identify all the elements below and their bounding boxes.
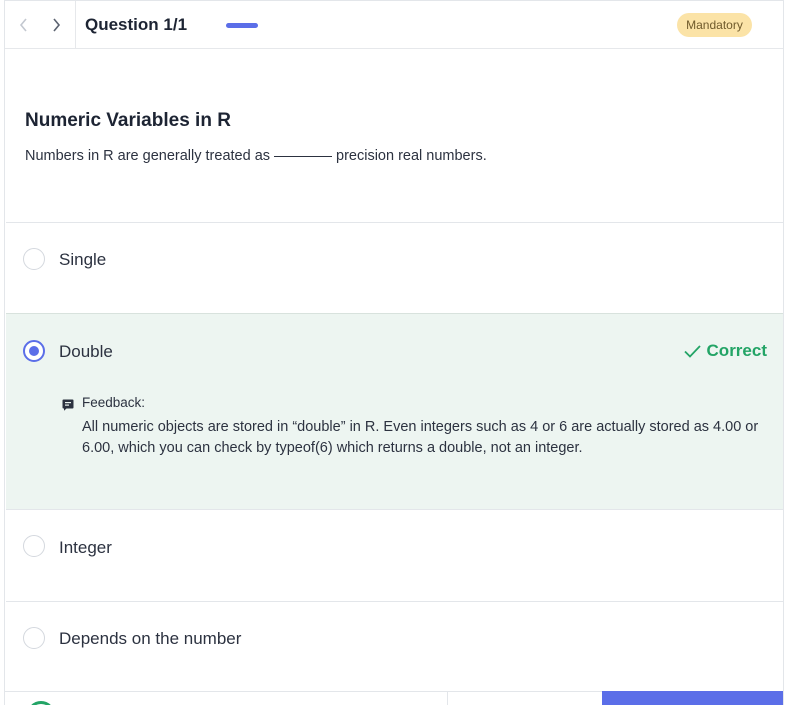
option-double[interactable]: Double Correct Feedback: All numeric obj… (6, 313, 783, 509)
feedback-icon (62, 399, 74, 411)
option-label: Depends on the number (59, 629, 242, 648)
option-single[interactable]: Single (6, 222, 783, 313)
option-label: Integer (59, 538, 112, 557)
question-text: Numbers in R are generally treated as pre… (25, 148, 487, 164)
option-depends-on-number[interactable]: Depends on the number (6, 601, 783, 691)
question-text-before: Numbers in R are generally treated as (25, 148, 271, 164)
radio-button-selected[interactable] (23, 340, 45, 362)
radio-button[interactable] (23, 535, 45, 557)
question-text-after: precision real numbers. (336, 148, 487, 164)
feedback-label: Feedback: (82, 395, 146, 410)
nav-divider (75, 1, 76, 49)
footer-primary-button[interactable] (602, 691, 783, 705)
previous-question-button[interactable] (13, 13, 35, 37)
chevron-right-icon (53, 18, 61, 32)
option-label: Double (59, 342, 113, 361)
question-title: Numeric Variables in R (25, 110, 231, 131)
option-label: Single (59, 250, 107, 269)
mandatory-badge: Mandatory (677, 13, 752, 37)
chevron-left-icon (19, 18, 27, 32)
blank-line (274, 156, 333, 157)
question-card: Question 1/1 Mandatory Numeric Variables… (4, 0, 784, 705)
next-question-button[interactable] (45, 13, 67, 37)
footer-separator (447, 691, 448, 705)
progress-indicator (226, 23, 258, 28)
check-icon (683, 344, 701, 358)
correct-label: Correct (706, 341, 767, 360)
radio-button[interactable] (23, 627, 45, 649)
radio-button[interactable] (23, 248, 45, 270)
question-header: Question 1/1 Mandatory (5, 1, 783, 49)
question-counter: Question 1/1 (85, 15, 188, 34)
feedback-text: All numeric objects are stored in “doubl… (82, 419, 759, 456)
correct-status: Correct (683, 341, 767, 361)
option-integer[interactable]: Integer (6, 509, 783, 601)
footer-status-indicator (27, 701, 55, 705)
